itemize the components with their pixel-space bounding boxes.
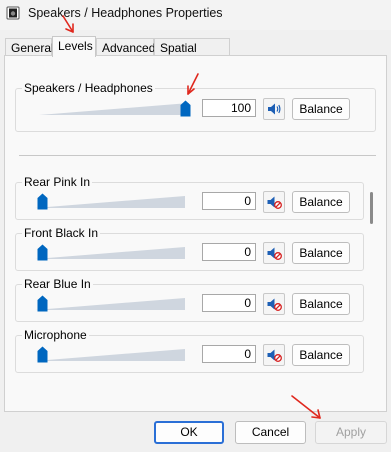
input-volume-thumb[interactable]: [37, 193, 48, 210]
input-balance-button[interactable]: Balance: [292, 191, 350, 213]
speaker-icon: [6, 6, 20, 20]
input-volume-value[interactable]: 0: [202, 345, 256, 363]
speaker-muted-icon: [267, 247, 282, 260]
input-mute-button[interactable]: [263, 242, 285, 264]
input-mute-button[interactable]: [263, 344, 285, 366]
tab-spatial-sound[interactable]: Spatial sound: [154, 38, 230, 69]
input-balance-button[interactable]: Balance: [292, 344, 350, 366]
input-device-label: Rear Blue In: [22, 277, 93, 291]
tab-levels[interactable]: Levels: [52, 36, 96, 57]
cancel-button[interactable]: Cancel: [235, 421, 306, 444]
speaker-muted-icon: [267, 196, 282, 209]
input-volume-slider[interactable]: [35, 191, 193, 211]
input-balance-button[interactable]: Balance: [292, 293, 350, 315]
output-volume-value[interactable]: 100: [202, 99, 256, 117]
output-volume-slider[interactable]: [39, 98, 197, 118]
output-balance-button[interactable]: Balance: [292, 98, 350, 120]
levels-panel: Speakers / Headphones 100 Balance Rear P…: [4, 55, 387, 412]
inputs-scrollbar[interactable]: [367, 178, 376, 374]
input-volume-slider[interactable]: [35, 242, 193, 262]
input-balance-button[interactable]: Balance: [292, 242, 350, 264]
input-volume-thumb[interactable]: [37, 244, 48, 261]
input-mute-button[interactable]: [263, 191, 285, 213]
input-volume-value[interactable]: 0: [202, 243, 256, 261]
tab-general[interactable]: General: [5, 38, 54, 56]
output-mute-button[interactable]: [263, 98, 285, 120]
input-device-label: Front Black In: [22, 226, 101, 240]
scrollbar-thumb[interactable]: [370, 192, 373, 224]
input-device-label: Microphone: [22, 328, 89, 342]
speaker-muted-icon: [267, 349, 282, 362]
apply-button[interactable]: Apply: [315, 421, 387, 444]
input-mute-button[interactable]: [263, 293, 285, 315]
speaker-muted-icon: [267, 298, 282, 311]
title-bar[interactable]: Speakers / Headphones Properties: [0, 0, 391, 30]
input-device-label: Rear Pink In: [22, 175, 93, 189]
section-divider: [19, 155, 376, 156]
tab-strip: General Levels Advanced Spatial sound: [0, 36, 391, 69]
ok-button[interactable]: OK: [154, 421, 224, 444]
output-volume-thumb[interactable]: [180, 100, 191, 117]
input-volume-value[interactable]: 0: [202, 192, 256, 210]
input-volume-slider[interactable]: [35, 344, 193, 364]
tab-advanced[interactable]: Advanced: [96, 38, 155, 56]
input-volume-thumb[interactable]: [37, 295, 48, 312]
input-volume-slider[interactable]: [35, 293, 193, 313]
window-title: Speakers / Headphones Properties: [28, 6, 223, 20]
input-volume-thumb[interactable]: [37, 346, 48, 363]
speaker-on-icon: [268, 103, 281, 115]
input-volume-value[interactable]: 0: [202, 294, 256, 312]
output-device-label: Speakers / Headphones: [22, 81, 155, 95]
